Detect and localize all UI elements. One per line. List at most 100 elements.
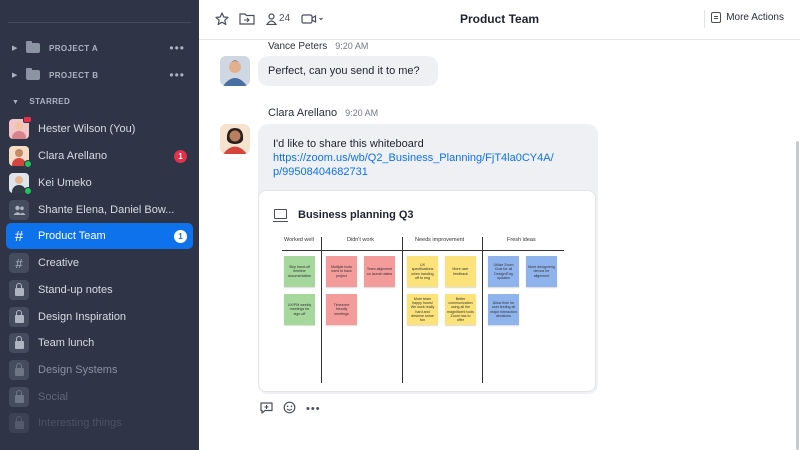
sidebar-item-label: Product Team [38,230,106,242]
message-sender: Vance Peters 9:20 AM [268,41,368,52]
sidebar-item-hester-wilson[interactable]: Hester Wilson (You) [6,116,193,142]
sidebar-item-label: Clara Arellano [38,150,108,162]
message-bubble[interactable]: Perfect, can you send it to me? [258,56,438,86]
lock-icon [9,280,29,300]
sticky-note: Better communication using all the magni… [445,294,476,325]
message-sender: Clara Arellano 9:20 AM [268,107,378,119]
sender-name[interactable]: Vance Peters [268,41,327,52]
sidebar-item-label: Creative [38,257,79,269]
message-time: 9:20 AM [335,41,369,51]
sidebar-item-interesting-things[interactable]: Interesting things [6,410,193,436]
grid-line [321,237,322,383]
whiteboard-title: Business planning Q3 [298,209,414,221]
header-divider [704,10,705,28]
sticky-note: Skip hand-off timeline documentation [284,256,315,287]
sidebar-item-kei-umeko[interactable]: Kei Umeko [6,170,193,196]
whiteboard-link[interactable]: https://zoom.us/wb/Q2_Business_Planning/… [273,151,583,165]
lock-icon [9,307,29,327]
lock-icon [9,387,29,407]
sidebar: ▶ PROJECT A ••• ▶ PROJECT B ••• ▼ STARRED… [0,0,199,450]
column-header: Worked well [284,237,314,243]
avatar [9,173,32,195]
sticky-note: More design/eng demos for alignment [526,256,557,287]
more-options-icon[interactable]: ••• [306,403,321,415]
lock-icon [9,333,29,353]
whiteboard-icon [273,209,288,222]
unread-badge: 1 [174,149,187,163]
sticky-note: Timezone friendly meetings [326,294,357,325]
group-icon [9,200,29,220]
sticky-note: More team happy hours! We work really ha… [407,294,438,325]
more-actions-label: More Actions [726,12,784,23]
starred-section-header[interactable]: ▼ STARRED [12,97,70,106]
sidebar-item-team-lunch[interactable]: Team lunch [6,330,193,356]
sidebar-item-stand-up-notes[interactable]: Stand-up notes [6,277,193,303]
sticky-note: UX specifications when handing off to en… [407,256,438,287]
sidebar-item-social[interactable]: Social [6,384,193,410]
column-header: Didn't work [347,237,375,243]
avatar[interactable] [220,124,250,154]
sidebar-item-label: Design Systems [38,364,118,376]
column-header: Needs improvement [415,237,465,243]
sidebar-project-b[interactable]: ▶ PROJECT B ••• [0,65,199,85]
avatar[interactable] [220,56,250,86]
channel-title: Product Team [459,12,540,26]
hashtag-icon: # [9,253,29,273]
chevron-right-icon: ▶ [12,45,18,52]
sidebar-item-label: Social [38,391,68,403]
sidebar-divider [8,22,191,23]
sticky-note: Team alignment on launch dates [364,256,395,287]
sticky-note: UX/PM weekly meetings for sign-off [284,294,315,325]
project-label: PROJECT A [49,43,99,53]
folder-icon [26,68,40,80]
message-time: 9:20 AM [345,108,379,118]
reply-icon[interactable] [260,401,273,417]
avatar [9,116,32,139]
more-actions-button[interactable]: More Actions [711,12,784,23]
sidebar-item-group-chat[interactable]: Shante Elena, Daniel Bow... [6,197,193,223]
sidebar-item-label: Hester Wilson (You) [38,123,136,135]
emoji-reaction-icon[interactable] [283,401,296,417]
whiteboard-link-continued[interactable]: p/99508404682731 [273,165,583,179]
chat-area[interactable]: Vance Peters 9:20 AM Perfect, can you sen… [199,41,800,450]
sidebar-item-design-inspiration[interactable]: Design Inspiration [6,304,193,330]
sidebar-item-label: Stand-up notes [38,284,113,296]
chevron-down-icon: ▼ [12,99,20,106]
starred-label: STARRED [29,97,71,106]
lock-icon [9,413,29,433]
folder-icon [26,41,40,53]
sidebar-item-product-team[interactable]: # Product Team 1 [6,223,193,249]
sidebar-item-creative[interactable]: # Creative [6,250,193,276]
online-status-icon [24,160,32,168]
sender-name[interactable]: Clara Arellano [268,107,337,119]
sidebar-project-a[interactable]: ▶ PROJECT A ••• [0,38,199,58]
lock-icon [9,360,29,380]
sidebar-item-label: Team lunch [38,337,95,349]
sticky-note: Multiple tools used to track project [326,256,357,287]
avatar [9,146,32,168]
online-status-icon [24,187,32,195]
sidebar-item-label: Interesting things [38,417,122,429]
message-text: Perfect, can you send it to me? [268,65,420,77]
message-text: I'd like to share this whiteboard [273,138,424,150]
sticky-note: Allow time for user testing all major in… [488,294,519,325]
sticky-note: More user feedback [445,256,476,287]
channel-header: 24 Product Team More Actions [199,0,800,40]
sidebar-item-clara-arellano[interactable]: Clara Arellano 1 [6,143,193,169]
unread-badge: 1 [174,229,187,243]
more-options-icon[interactable]: ••• [169,69,185,81]
whiteboard-preview-card[interactable]: Business planning Q3 Worked well Didn't … [258,190,596,392]
grid-line [282,250,564,251]
message-actions: ••• [260,401,321,417]
project-label: PROJECT B [49,70,99,80]
grid-line [482,237,483,383]
scrollbar[interactable] [796,141,799,450]
sidebar-item-label: Design Inspiration [38,311,127,323]
grid-line [402,237,403,383]
more-options-icon[interactable]: ••• [169,42,185,54]
sidebar-item-design-systems[interactable]: Design Systems [6,357,193,383]
sidebar-item-label: Shante Elena, Daniel Bow... [38,204,175,216]
column-header: Fresh ideas [507,237,536,243]
chevron-right-icon: ▶ [12,72,18,79]
hashtag-icon: # [14,227,24,245]
